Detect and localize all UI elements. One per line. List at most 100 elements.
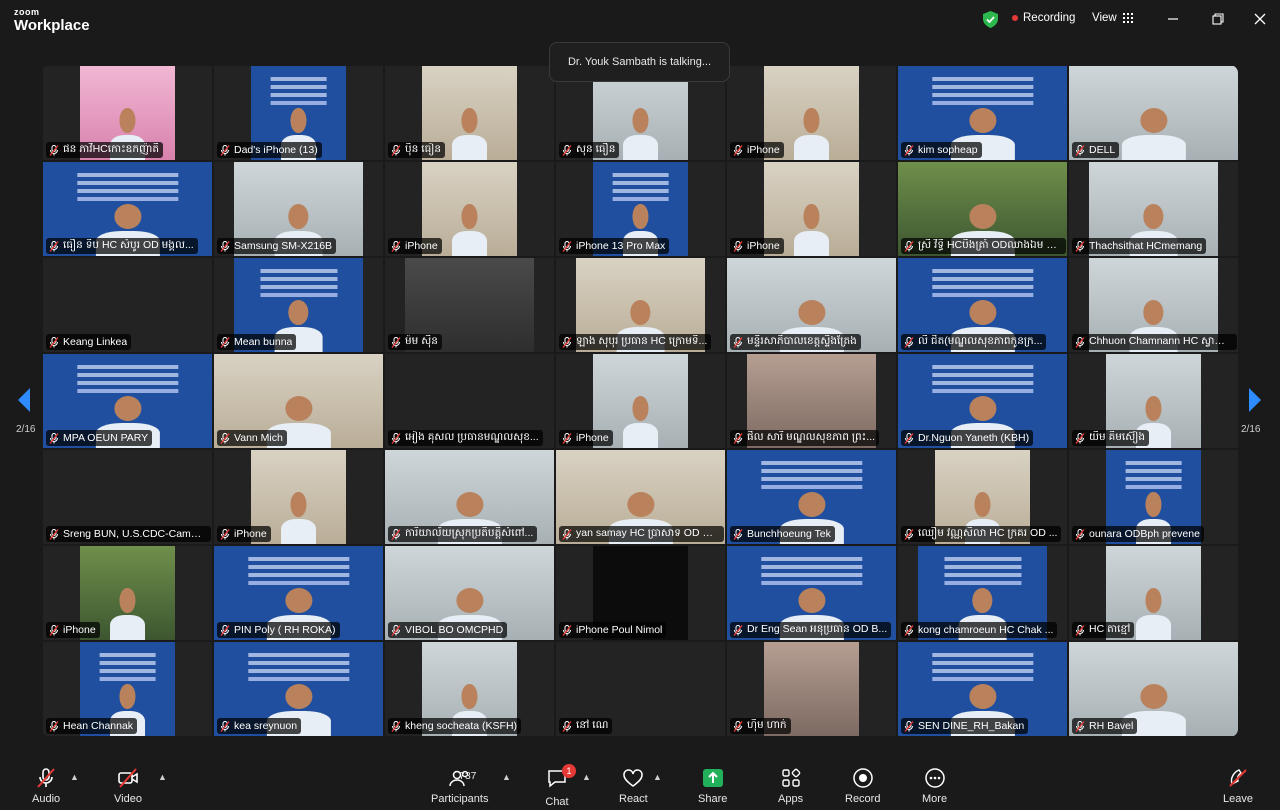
participant-tile[interactable]: Bunchhoeung Tek — [726, 449, 897, 545]
share-arrow-icon — [702, 769, 723, 787]
participant-tile[interactable]: ប៉ិន ធៀន — [384, 65, 555, 161]
participant-name-tag: Vann Mich — [217, 430, 287, 446]
audio-options-caret[interactable]: ▲ — [70, 772, 79, 782]
participant-tile[interactable]: Samsung SM-X216B — [213, 161, 384, 257]
participant-tile[interactable]: មន្ទីរសាភិបាលខេត្តស្ទឹងត្រែង — [726, 257, 897, 353]
mic-muted-icon — [562, 624, 572, 636]
participant-tile[interactable]: ounara ODBph prevene — [1068, 449, 1238, 545]
participants-count: 737 — [459, 770, 477, 782]
participant-tile[interactable]: Chhuon Chamnann HC ស្វាយ... — [1068, 257, 1238, 353]
participant-tile[interactable]: kea sreynuon — [213, 641, 384, 737]
participant-tile[interactable]: iPhone — [726, 65, 897, 161]
participant-tile[interactable]: អៀង គុសល ប្រធានមណ្ឌលសុខ... — [384, 353, 555, 449]
audio-button[interactable]: Audio — [32, 766, 60, 805]
video-options-caret[interactable]: ▲ — [158, 772, 167, 782]
share-button[interactable]: Share — [698, 766, 727, 805]
participant-tile[interactable]: Mean bunna — [213, 257, 384, 353]
participant-tile[interactable]: លី ជិត(មណ្ឌលសុខភាពកូនក្រ... — [897, 257, 1068, 353]
participant-name: Dr.Nguon Yaneth (KBH) — [918, 432, 1030, 444]
audio-label: Audio — [32, 793, 61, 805]
close-icon[interactable] — [1251, 10, 1269, 28]
participant-tile[interactable]: ឡាង សុបុរ ប្រធាន HC ក្រោមទឹ... — [555, 257, 726, 353]
participant-name: iPhone — [747, 144, 780, 156]
participant-tile[interactable]: ហ៊ឹម ហាក់ — [726, 641, 897, 737]
participant-tile[interactable]: ឈឿម វណ្ណសិលា HC ក្រគរ OD ... — [897, 449, 1068, 545]
participant-tile[interactable]: PIN Poly ( RH ROKA) — [213, 545, 384, 641]
participant-tile[interactable]: iPhone — [555, 353, 726, 449]
participant-tile[interactable]: Keang Linkea — [42, 257, 213, 353]
react-options-caret[interactable]: ▲ — [653, 772, 662, 782]
restore-icon[interactable] — [1209, 10, 1227, 28]
participant-tile[interactable]: ម៉ម ស៊ីន — [384, 257, 555, 353]
video-button[interactable]: Video — [114, 766, 142, 805]
participant-tile[interactable]: kong chamroeun HC Chak ... — [897, 545, 1068, 641]
react-button[interactable]: React — [619, 766, 648, 805]
participant-tile[interactable]: SEN DINE_RH_Bakan — [897, 641, 1068, 737]
participant-tile[interactable]: ផន ភាវីHCកោះឧកញ៉ាតី — [42, 65, 213, 161]
participant-tile[interactable]: iPhone — [384, 161, 555, 257]
minimize-icon[interactable] — [1164, 10, 1182, 28]
participant-tile[interactable]: iPhone — [213, 449, 384, 545]
participant-tile[interactable]: VIBOL BO OMCPHD — [384, 545, 555, 641]
participant-name-tag: iPhone — [217, 526, 271, 542]
participant-tile[interactable]: MPA OEUN PARY — [42, 353, 213, 449]
participant-tile[interactable]: យឹម គឹមស៊ៀង — [1068, 353, 1238, 449]
chat-label: Chat — [545, 796, 569, 808]
record-button[interactable]: Record — [845, 766, 880, 805]
participant-figure — [793, 204, 830, 256]
participant-tile[interactable]: iPhone Poul Nimol — [555, 545, 726, 641]
shield-icon[interactable] — [983, 11, 998, 28]
arrow-right-icon[interactable] — [1249, 388, 1261, 412]
participant-tile[interactable]: iPhone — [42, 545, 213, 641]
mic-muted-icon — [49, 240, 59, 252]
participant-tile[interactable]: DELL — [1068, 65, 1238, 161]
participant-figure — [109, 588, 146, 640]
leave-button[interactable]: Leave — [1223, 766, 1253, 805]
participant-tile[interactable]: RH Bavel — [1068, 641, 1238, 737]
participant-tile[interactable]: kim sopheap — [897, 65, 1068, 161]
participant-tile[interactable]: iPhone 13 Pro Max — [555, 161, 726, 257]
mic-muted-icon — [904, 144, 914, 156]
participant-name: ប៉ិន ធៀន — [405, 142, 442, 155]
chat-options-caret[interactable]: ▲ — [582, 772, 591, 782]
participant-tile[interactable]: kheng socheata (KSFH) — [384, 641, 555, 737]
participant-name: SEN DINE_RH_Bakan — [918, 720, 1025, 732]
view-button[interactable]: View — [1092, 12, 1133, 24]
participant-tile[interactable]: Thachsithat HCmemang — [1068, 161, 1238, 257]
participant-name: ធឿន ទិប HC សំបូរ OD មង្គល... — [63, 238, 194, 251]
participant-figure — [451, 204, 488, 256]
mic-muted-icon — [49, 720, 59, 732]
participants-button[interactable]: 737 Participants — [431, 766, 488, 805]
participant-tile[interactable]: Dr.Nguon Yaneth (KBH) — [897, 353, 1068, 449]
participant-tile[interactable]: yan samay HC ប្រាសាទ OD ព្រ... — [555, 449, 726, 545]
participant-tile[interactable]: នៅ ណេ — [555, 641, 726, 737]
participant-name-tag: PIN Poly ( RH ROKA) — [217, 622, 340, 638]
apps-button[interactable]: Apps — [778, 766, 803, 805]
react-label: React — [619, 793, 648, 805]
participant-tile[interactable]: iPhone — [726, 161, 897, 257]
participant-tile[interactable]: Dad's iPhone (13) — [213, 65, 384, 161]
participant-name-tag: ផិល សារី មណ្ឌលសុខភាព ព្រះ... — [730, 430, 880, 446]
mic-muted-icon — [733, 432, 743, 444]
participant-name: ហ៊ឹម ហាក់ — [747, 718, 787, 731]
chat-button[interactable]: 1 Chat — [545, 764, 576, 808]
participant-tile[interactable]: Sreng BUN, U.S.CDC-Cambodia — [42, 449, 213, 545]
recording-indicator[interactable]: Recording — [1012, 12, 1075, 24]
participant-name-tag: សុន ធឿន — [559, 142, 620, 158]
participant-tile[interactable]: Dr Eng Sean អនុប្រធាន OD B... — [726, 545, 897, 641]
participants-options-caret[interactable]: ▲ — [502, 772, 511, 782]
participant-tile[interactable]: ការិយាល័យស្រុកប្រតិបត្តិសំពៅ... — [384, 449, 555, 545]
participant-name-tag: Chhuon Chamnann HC ស្វាយ... — [1072, 334, 1237, 350]
participant-name-tag: VIBOL BO OMCPHD — [388, 622, 508, 638]
participant-tile[interactable]: ស្រី វិទ្ធី HCបឹងត្រាំ ODឈាងឯម PH... — [897, 161, 1068, 257]
mic-muted-icon — [391, 336, 401, 348]
mic-muted-icon — [37, 768, 55, 788]
more-button[interactable]: More — [922, 766, 947, 805]
participant-tile[interactable]: ផិល សារី មណ្ឌលសុខភាព ព្រះ... — [726, 353, 897, 449]
participant-tile[interactable]: ធឿន ទិប HC សំបូរ OD មង្គល... — [42, 161, 213, 257]
arrow-left-icon[interactable] — [18, 388, 30, 412]
participant-tile[interactable]: Vann Mich — [213, 353, 384, 449]
participant-tile[interactable]: HC តាខ្មៅ — [1068, 545, 1238, 641]
participant-tile[interactable]: Hean Channak — [42, 641, 213, 737]
mic-muted-icon — [562, 336, 572, 348]
